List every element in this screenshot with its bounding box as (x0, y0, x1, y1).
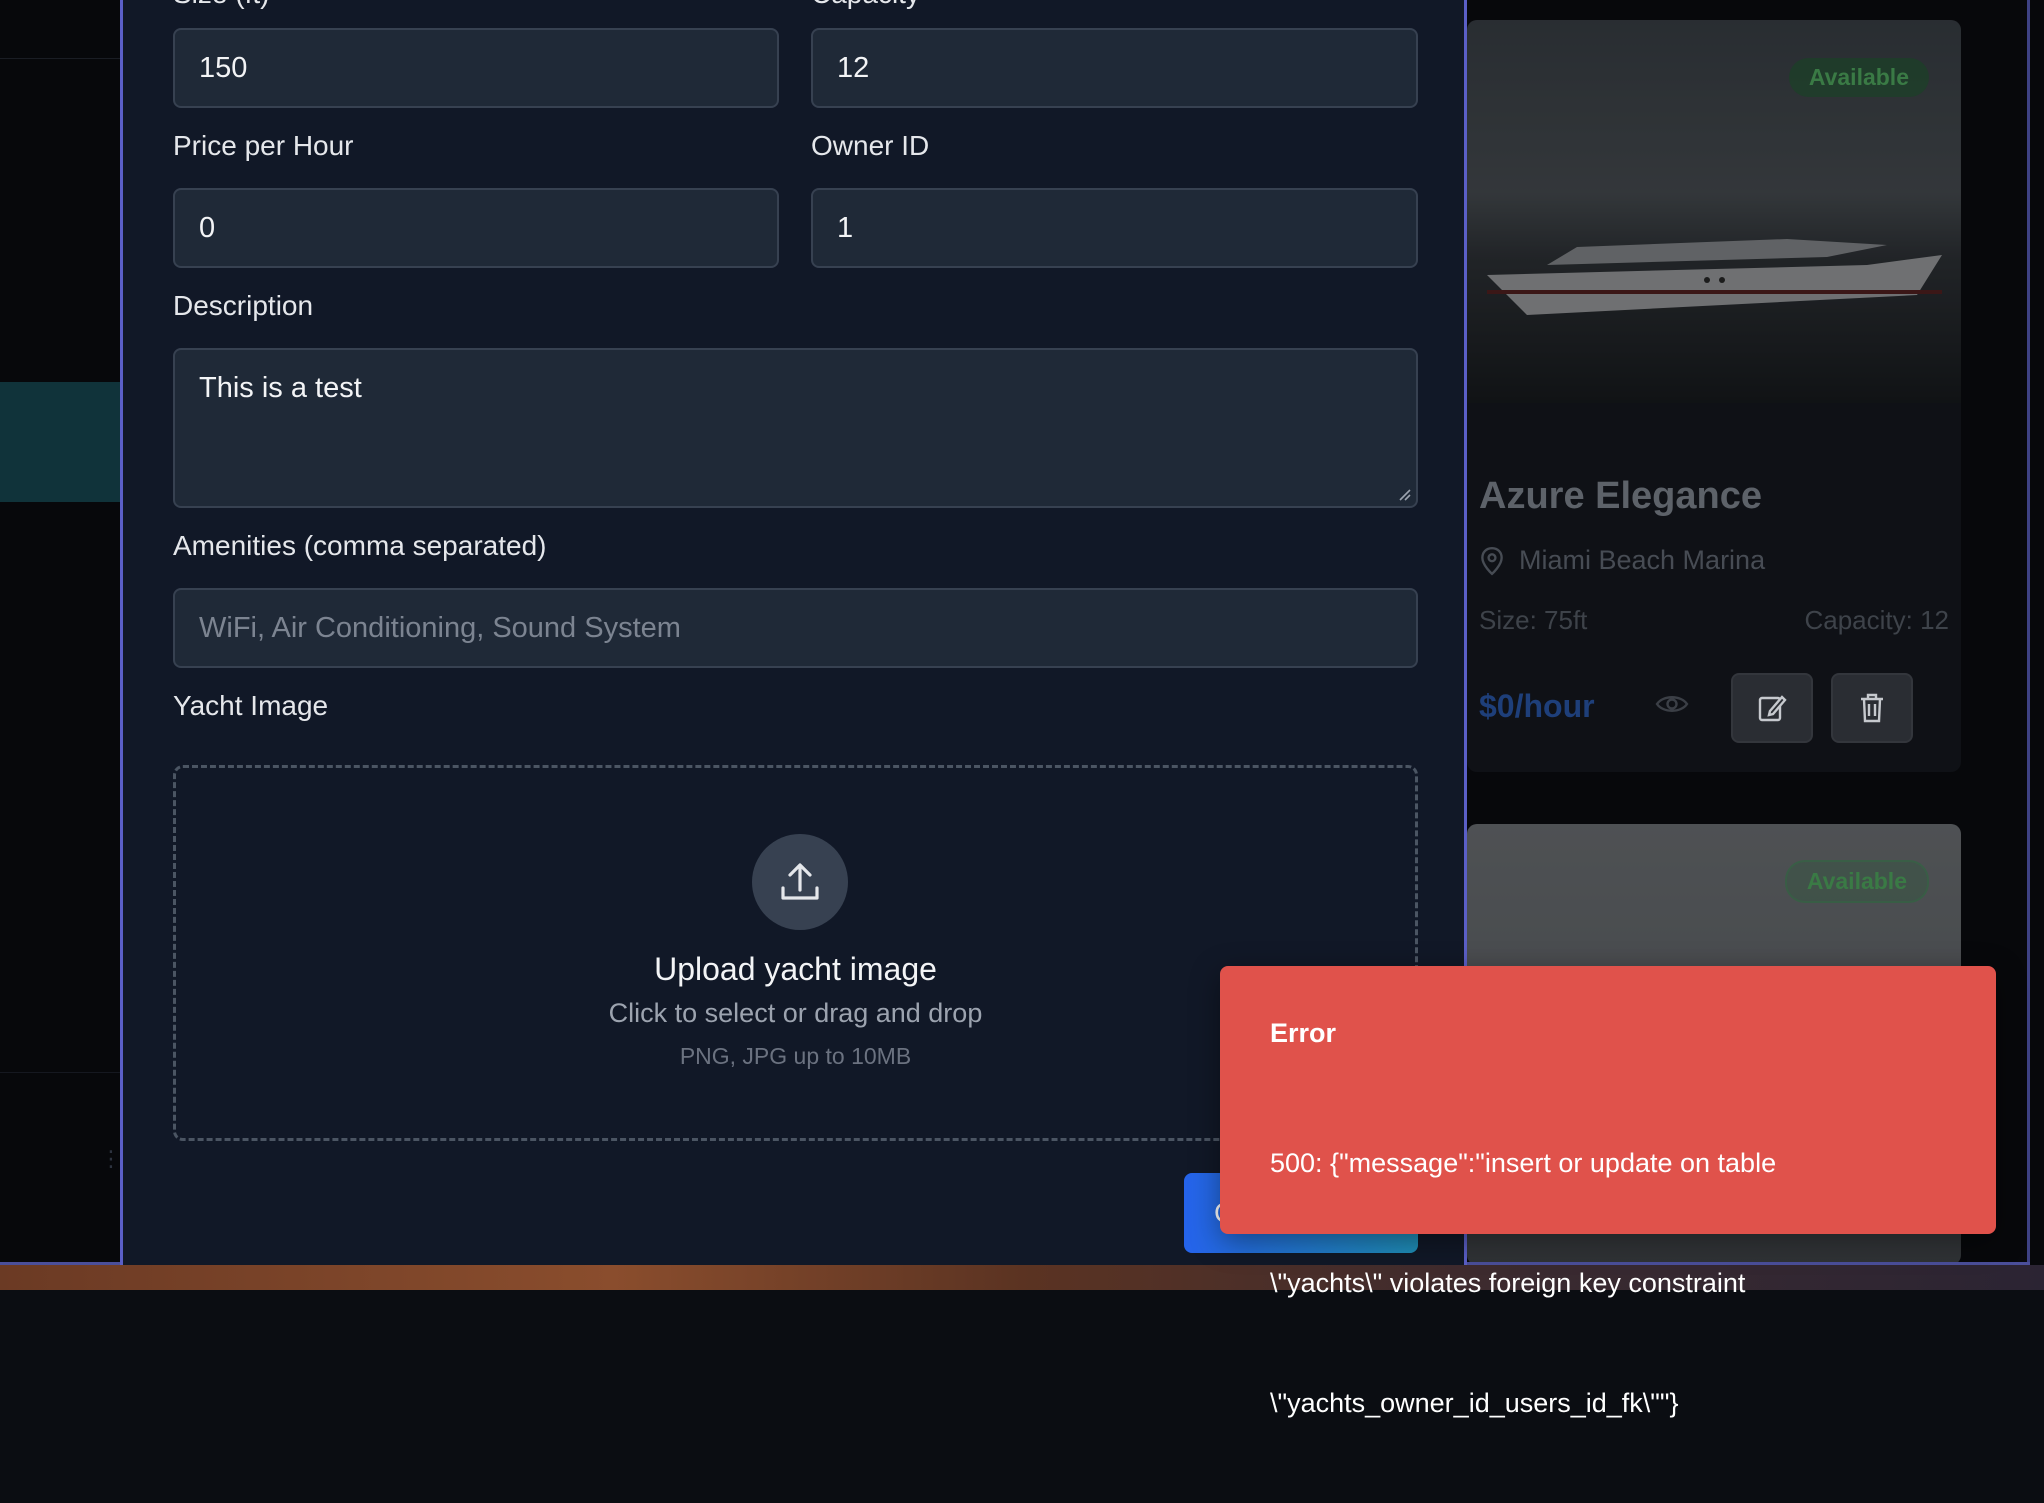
yacht-name: Azure Elegance (1479, 475, 1762, 517)
yacht-size: Size: 75ft (1479, 605, 1588, 635)
size-label: Size (ft) (173, 0, 269, 10)
eye-icon[interactable] (1655, 692, 1689, 716)
more-options-icon: ⋮ (100, 1146, 122, 1171)
background-sidebar: ⋮ (0, 0, 122, 1265)
toast-message: 500: {"message":"insert or update on tab… (1270, 1063, 1946, 1503)
owner-id-input[interactable]: 1 (811, 188, 1418, 268)
yacht-price: $0/hour (1479, 688, 1595, 724)
toast-message-line: 500: {"message":"insert or update on tab… (1270, 1148, 1777, 1178)
amenities-label: Amenities (comma separated) (173, 530, 547, 561)
description-textarea[interactable]: This is a test (173, 348, 1418, 508)
sidebar-divider (0, 58, 120, 59)
capacity-input[interactable]: 12 (811, 28, 1418, 108)
price-input[interactable]: 0 (173, 188, 779, 268)
toast-title: Error (1270, 1018, 1337, 1048)
window-edge (2027, 0, 2030, 1265)
description-text: This is a test (199, 372, 362, 404)
yacht-capacity: Capacity: 12 (1804, 605, 1949, 635)
yacht-location: Miami Beach Marina (1479, 545, 1765, 576)
upload-icon-circle (752, 834, 848, 930)
edit-icon (1758, 695, 1787, 722)
status-badge: Available (1788, 58, 1929, 97)
sidebar-active-item (0, 382, 120, 502)
sidebar-divider-bottom (0, 1072, 120, 1073)
yacht-illustration (1487, 239, 1942, 315)
delete-button[interactable] (1831, 673, 1913, 743)
toast-message-line: \"yachts_owner_id_users_id_fk\""} (1270, 1388, 1679, 1418)
edit-button[interactable] (1731, 673, 1813, 743)
size-input[interactable]: 150 (173, 28, 779, 108)
capacity-label: Capacity (811, 0, 920, 10)
trash-icon (1861, 693, 1883, 723)
yacht-card: Available Azure Elegance Miami Beach Mar… (1467, 20, 1961, 772)
toast-message-line: \"yachts\" violates foreign key constrai… (1270, 1268, 1746, 1298)
description-label: Description (173, 290, 314, 321)
yacht-location-text: Miami Beach Marina (1519, 545, 1766, 575)
upload-icon (781, 863, 819, 900)
price-label: Price per Hour (173, 130, 354, 161)
owner-id-label: Owner ID (811, 130, 930, 161)
error-toast[interactable]: Error 500: {"message":"insert or update … (1220, 966, 1996, 1418)
amenities-input[interactable]: WiFi, Air Conditioning, Sound System (173, 588, 1418, 668)
resize-grip-icon[interactable] (1396, 486, 1412, 502)
map-pin-icon (1481, 546, 1503, 575)
status-badge: Available (1784, 860, 1929, 903)
yacht-image-label: Yacht Image (173, 690, 329, 721)
